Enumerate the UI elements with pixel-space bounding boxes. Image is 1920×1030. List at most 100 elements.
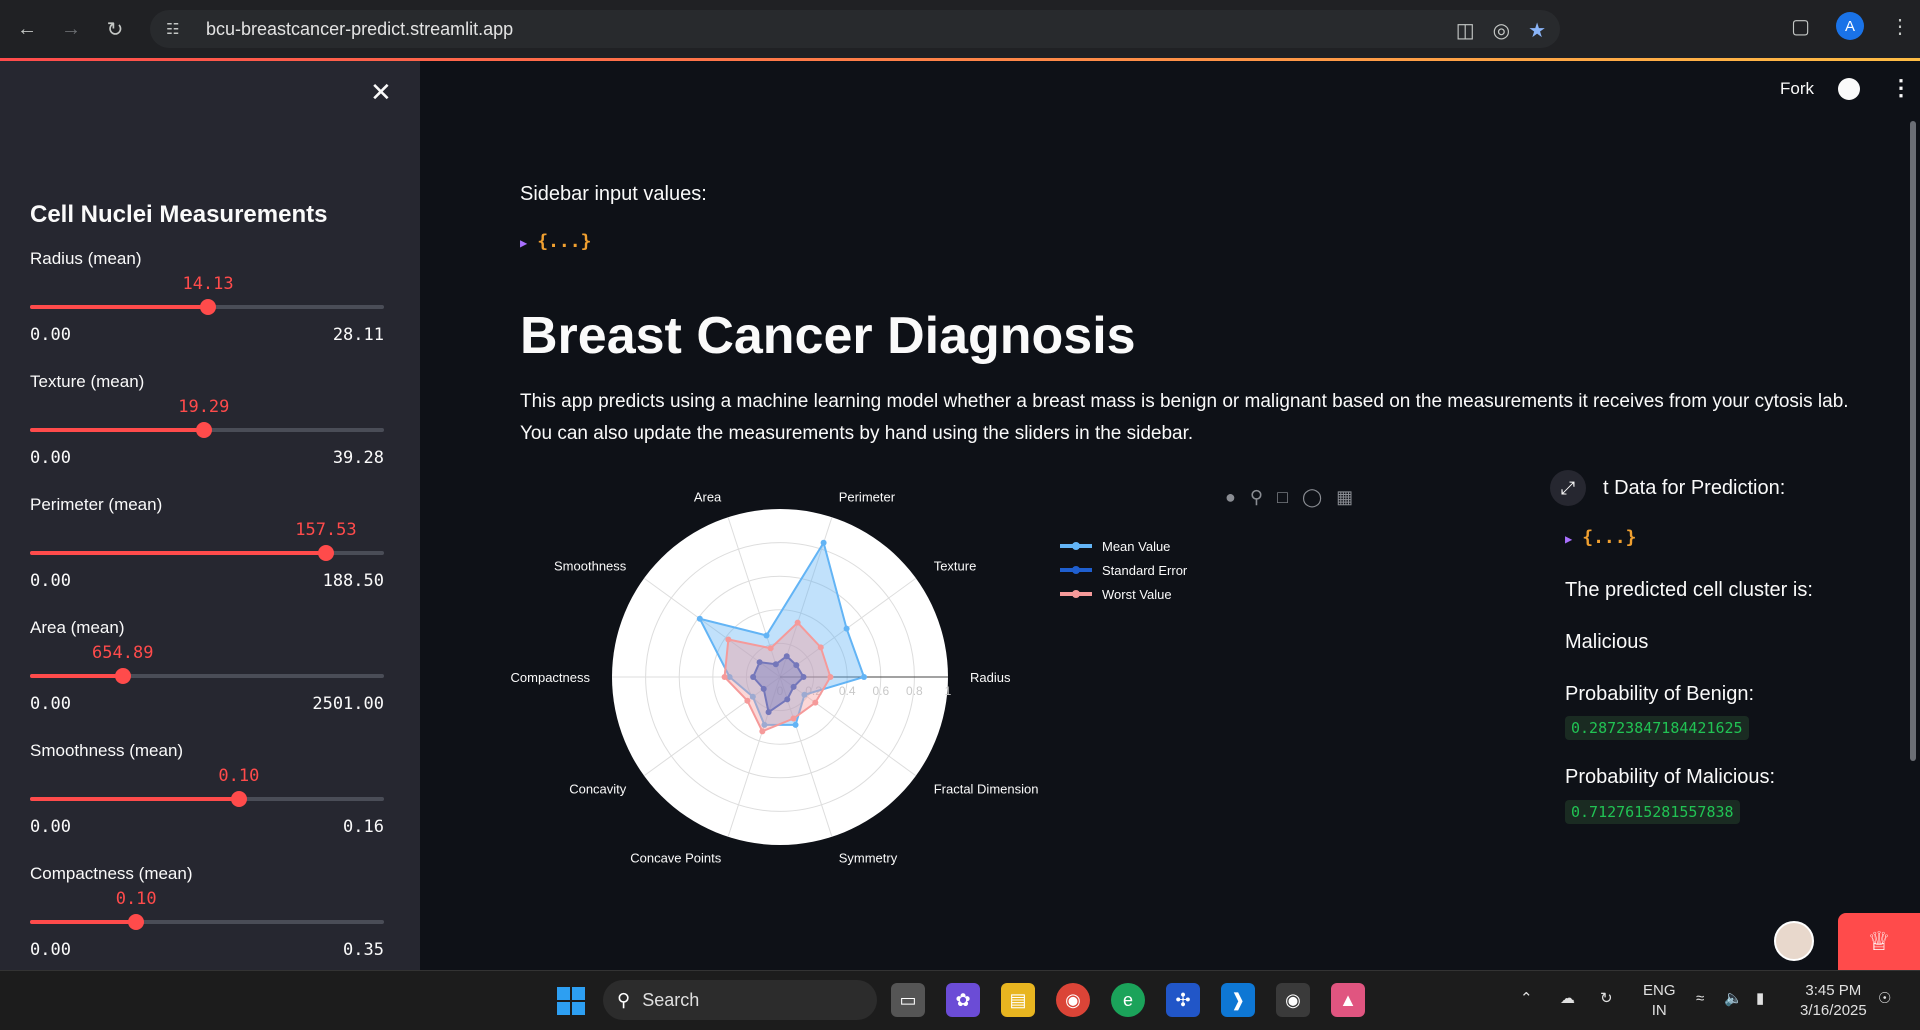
slider[interactable]: Texture (mean) 19.29 0.00 39.28 [30, 372, 384, 482]
slider-thumb[interactable] [317, 545, 334, 561]
crown-icon[interactable]: ♕ [1838, 913, 1920, 970]
creator-avatar[interactable] [1774, 921, 1814, 961]
extensions-icon[interactable]: ▢ [1791, 14, 1810, 39]
main-content: Fork ⋮ Sidebar input values: ▶ {...} Brea… [420, 61, 1920, 970]
slider[interactable]: Radius (mean) 14.13 0.00 28.11 [30, 249, 384, 359]
taskbar-search-label: Search [642, 989, 700, 1010]
slider-min: 0.00 [30, 325, 71, 345]
edge-icon[interactable]: e [1111, 983, 1145, 1017]
language-indicator[interactable]: ENG IN [1643, 981, 1676, 1021]
slider-thumb[interactable] [114, 668, 131, 684]
slider-label: Perimeter (mean) [30, 495, 163, 514]
slider-max: 188.50 [322, 571, 384, 591]
back-icon[interactable]: ← [10, 12, 44, 46]
data-point [744, 697, 751, 704]
malicious-heading: Probability of Malicious: [1565, 766, 1776, 788]
install-app-icon[interactable]: ◫ [1456, 18, 1475, 43]
clock-date: 3/16/2025 [1800, 1002, 1867, 1019]
category-label: Symmetry [839, 851, 898, 866]
chevron-up-icon[interactable]: ⌃ [1520, 989, 1533, 1009]
address-bar[interactable]: ☷ bcu-breastcancer-predict.streamlit.app… [150, 10, 1560, 48]
data-point [721, 674, 728, 680]
slider-value: 654.89 [92, 643, 154, 663]
input-values-heading: Sidebar input values: [520, 183, 707, 205]
category-label: Compactness [511, 670, 591, 685]
notification-icon[interactable]: ☉ [1878, 989, 1891, 1009]
data-point [812, 699, 819, 706]
windows-start-icon[interactable] [557, 987, 585, 1015]
slider-fill [30, 674, 123, 678]
photos-icon[interactable]: ▲ [1331, 983, 1365, 1017]
slider[interactable]: Perimeter (mean) 157.53 0.00 188.50 [30, 495, 384, 605]
slider-thumb[interactable] [128, 914, 145, 930]
slider-value: 14.13 [182, 274, 234, 294]
chrome-menu-icon[interactable]: ⋮ [1890, 14, 1910, 39]
windows-taskbar: ⚲ Search ▭ ✿ ▤ ◉ e ✣ ❱ ◉ ▲ ⌃ ☁ ↻ ENG IN … [0, 970, 1920, 1030]
slider-thumb[interactable] [200, 299, 217, 315]
slider-min: 0.00 [30, 817, 71, 837]
expand-arrow-icon[interactable]: ▶ [520, 236, 527, 250]
sync-icon[interactable]: ↻ [1600, 989, 1613, 1009]
slider-max: 0.35 [343, 940, 384, 960]
slider-min: 0.00 [30, 940, 71, 960]
clock[interactable]: 3:45 PM 3/16/2025 [1800, 981, 1867, 1021]
clock-time: 3:45 PM [1805, 982, 1862, 999]
cloud-off-icon[interactable]: ☁ [1560, 989, 1575, 1009]
slider-thumb[interactable] [195, 422, 212, 438]
legend-label: Standard Error [1102, 563, 1188, 578]
file-explorer-icon[interactable]: ▤ [1001, 983, 1035, 1017]
cluster-heading: The predicted cell cluster is: [1565, 579, 1813, 601]
slider[interactable]: Compactness (mean) 0.10 0.00 0.35 [30, 864, 384, 970]
radial-tick-label: 1 [945, 684, 952, 698]
slider-max: 0.16 [343, 817, 384, 837]
taskbar-search[interactable]: ⚲ Search [603, 980, 877, 1020]
chrome-active-icon[interactable]: ◉ [1276, 983, 1310, 1017]
slider-label: Texture (mean) [30, 372, 145, 391]
chrome-icon[interactable]: ◉ [1056, 983, 1090, 1017]
category-label: Perimeter [839, 489, 896, 504]
slider-fill [30, 920, 137, 924]
app-icon[interactable]: ✣ [1166, 983, 1200, 1017]
site-info-icon[interactable]: ☷ [166, 20, 190, 38]
browser-toolbar: ← → ↻ ☷ bcu-breastcancer-predict.streaml… [0, 0, 1920, 58]
eye-off-icon[interactable]: ◎ [1493, 18, 1510, 43]
fullscreen-expand-icon[interactable]: ⤢ [1550, 470, 1586, 506]
category-label: Concave Points [630, 851, 722, 866]
slider-min: 0.00 [30, 448, 71, 468]
task-view-icon[interactable]: ▭ [891, 983, 925, 1017]
slider-fill [30, 551, 326, 555]
slider-thumb[interactable] [230, 791, 247, 807]
forward-icon[interactable]: → [54, 12, 88, 46]
slider-value: 157.53 [295, 520, 357, 540]
search-icon: ⚲ [617, 989, 631, 1010]
wifi-icon[interactable]: ≈ [1696, 989, 1704, 1009]
app-menu-icon[interactable]: ⋮ [1890, 75, 1912, 101]
category-label: Fractal Dimension [934, 782, 1039, 797]
prediction-json-expander[interactable]: ▶ {...} [1565, 527, 1636, 548]
profile-avatar[interactable]: A [1836, 12, 1864, 40]
sidebar-title: Cell Nuclei Measurements [30, 201, 328, 228]
data-point [827, 674, 834, 680]
close-sidebar-icon[interactable]: ✕ [370, 77, 392, 108]
vscode-icon[interactable]: ❱ [1221, 983, 1255, 1017]
malicious-probability: 0.7127615281557838 [1565, 800, 1740, 824]
battery-icon[interactable]: ▮ [1756, 989, 1764, 1009]
json-expander[interactable]: ▶ {...} [520, 231, 591, 252]
radar-chart: 0 0.2 0.4 0.6 0.8 1RadiusTexturePerimeterArea… [511, 489, 1188, 866]
prediction-input-heading: t Data for Prediction: [1603, 477, 1786, 499]
volume-muted-icon[interactable]: 🔈 [1724, 989, 1743, 1009]
expand-arrow-icon[interactable]: ▶ [1565, 532, 1572, 546]
slider[interactable]: Smoothness (mean) 0.10 0.00 0.16 [30, 741, 384, 851]
copilot-icon[interactable]: ✿ [946, 983, 980, 1017]
radial-tick-label: 0.4 [839, 684, 856, 698]
data-point [763, 632, 770, 639]
slider-label: Radius (mean) [30, 249, 142, 268]
scrollbar[interactable] [1910, 121, 1916, 761]
github-icon[interactable] [1838, 78, 1860, 100]
slider[interactable]: Area (mean) 654.89 0.00 2501.00 [30, 618, 384, 728]
category-label: Area [694, 489, 722, 504]
url-text[interactable]: bcu-breastcancer-predict.streamlit.app [206, 19, 513, 40]
fork-link[interactable]: Fork [1780, 79, 1814, 99]
bookmark-star-icon[interactable]: ★ [1528, 18, 1546, 43]
reload-icon[interactable]: ↻ [98, 12, 132, 46]
